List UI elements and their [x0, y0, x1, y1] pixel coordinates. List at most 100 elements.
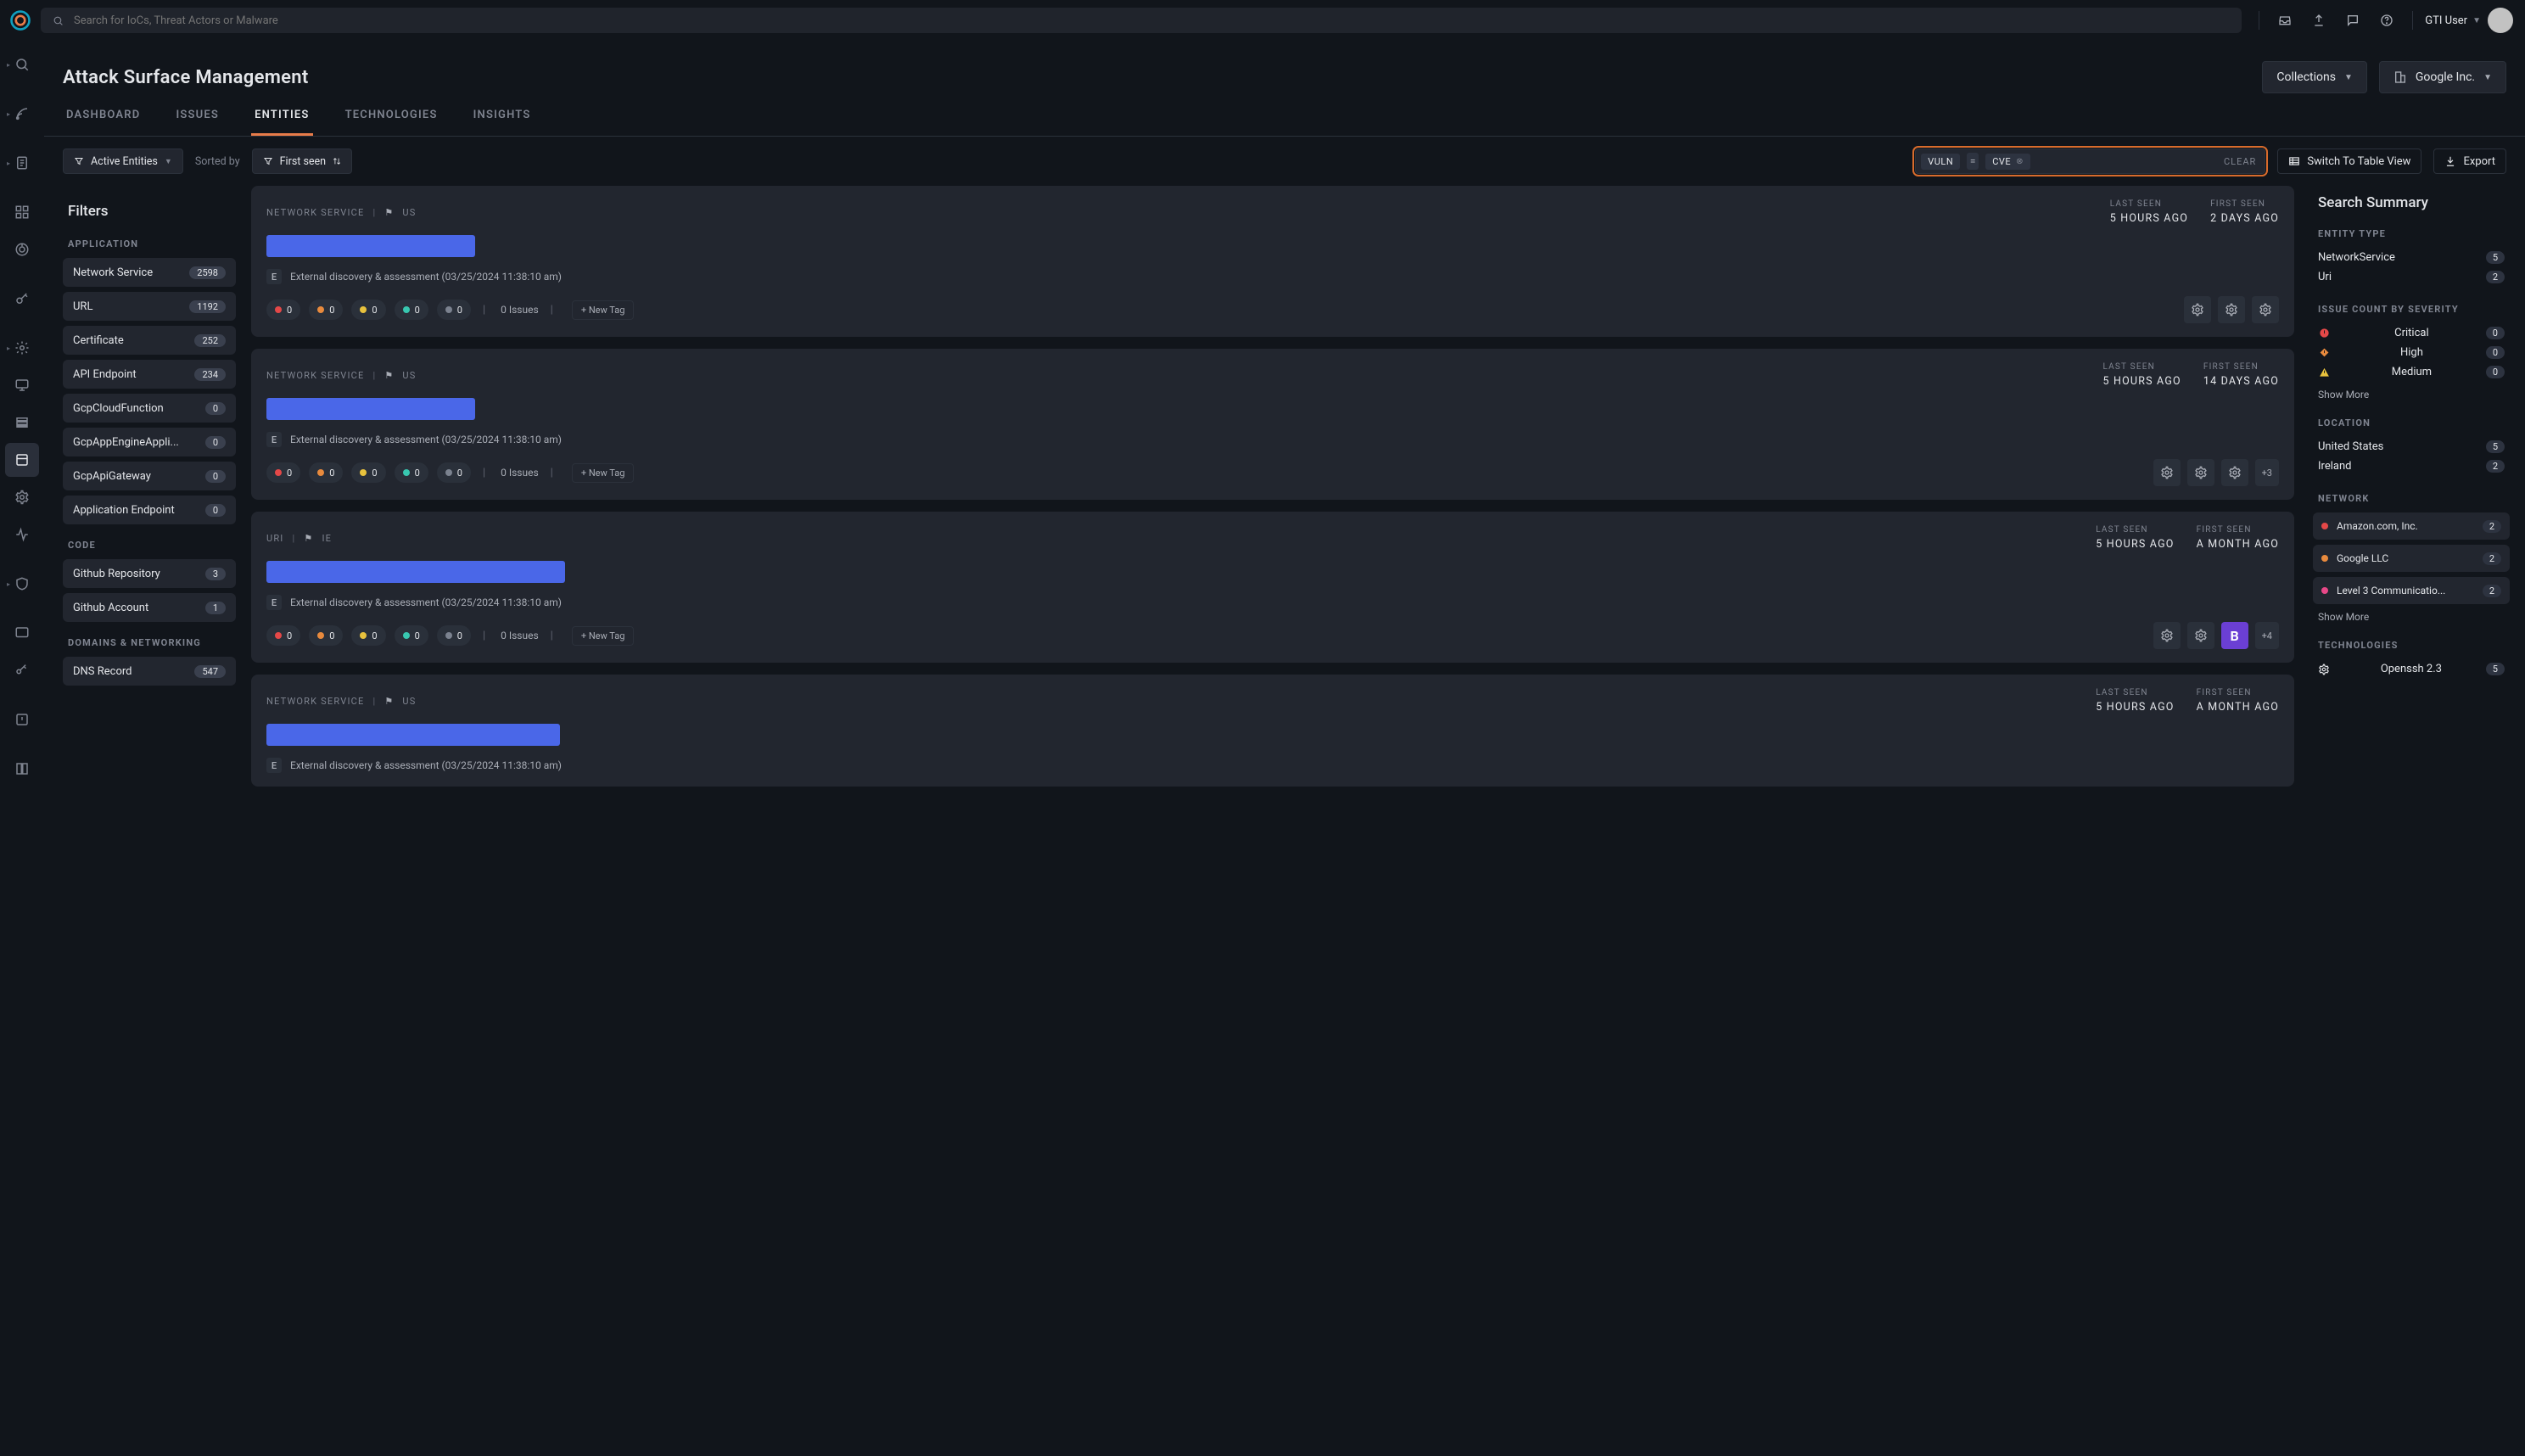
issues-link[interactable]: 0 Issues — [501, 467, 539, 479]
nav-ioc-icon[interactable]: ▸ — [5, 48, 39, 81]
user-menu[interactable]: GTI User ▼ — [2425, 14, 2481, 27]
network-row[interactable]: Amazon.com, Inc.2 — [2313, 512, 2510, 540]
summary-row[interactable]: High0 — [2313, 343, 2510, 362]
switch-view-button[interactable]: Switch To Table View — [2277, 148, 2421, 174]
filter-item[interactable]: API Endpoint234 — [63, 360, 236, 389]
network-row[interactable]: Google LLC2 — [2313, 545, 2510, 572]
tech-icon[interactable] — [2153, 622, 2181, 649]
summary-row[interactable]: Uri2 — [2313, 267, 2510, 287]
new-tag-button[interactable]: + New Tag — [572, 463, 635, 483]
filter-item[interactable]: Application Endpoint0 — [63, 496, 236, 524]
summary-row-label: Medium — [2392, 366, 2432, 378]
app-logo-icon[interactable] — [8, 8, 32, 32]
tech-icon[interactable] — [2187, 459, 2214, 486]
collections-dropdown[interactable]: Collections ▼ — [2262, 61, 2367, 93]
nav-settings-icon[interactable] — [5, 480, 39, 514]
issues-link[interactable]: 0 Issues — [501, 304, 539, 316]
tab-dashboard[interactable]: DASHBOARD — [63, 109, 143, 136]
more-actions-button[interactable]: +3 — [2255, 459, 2279, 486]
show-more-link[interactable]: Show More — [2318, 389, 2505, 400]
avatar[interactable] — [2488, 8, 2513, 33]
result-card[interactable]: URI|⚑IELAST SEEN5 HOURS AGOFIRST SEENA M… — [251, 512, 2294, 663]
active-entities-filter[interactable]: Active Entities ▼ — [63, 148, 183, 174]
discovery-label: External discovery & assessment (03/25/2… — [290, 759, 562, 771]
nav-book-icon[interactable] — [5, 752, 39, 786]
tech-icon[interactable] — [2252, 296, 2279, 323]
filter-item[interactable]: GcpCloudFunction0 — [63, 394, 236, 423]
summary-row[interactable]: NetworkService5 — [2313, 248, 2510, 267]
nav-feed-icon[interactable]: ▸ — [5, 97, 39, 131]
query-value-chip[interactable]: CVE⊗ — [1985, 154, 2030, 170]
filter-item[interactable]: Github Repository3 — [63, 559, 236, 588]
summary-row[interactable]: Openssh 2.35 — [2313, 659, 2510, 679]
nav-reports-icon[interactable]: ▸ — [5, 146, 39, 180]
entity-title-redacted — [266, 724, 560, 746]
filter-item[interactable]: GcpAppEngineAppli...0 — [63, 428, 236, 456]
tech-icon[interactable] — [2187, 622, 2214, 649]
tech-icon[interactable] — [2221, 459, 2248, 486]
filter-item-count: 0 — [205, 470, 226, 483]
nav-warning-icon[interactable] — [5, 703, 39, 736]
filter-item-label: GcpAppEngineAppli... — [73, 436, 179, 449]
filter-item[interactable]: Certificate252 — [63, 326, 236, 355]
tech-icon[interactable] — [2153, 459, 2181, 486]
nav-monitor-icon[interactable] — [5, 368, 39, 402]
summary-row[interactable]: United States5 — [2313, 437, 2510, 456]
filter-item-count: 0 — [205, 402, 226, 415]
filter-item-count: 3 — [205, 568, 226, 580]
network-row[interactable]: Level 3 Communicatio...2 — [2313, 577, 2510, 604]
export-button[interactable]: Export — [2433, 148, 2506, 174]
toolbar: Active Entities ▼ Sorted by First seen V… — [44, 137, 2525, 186]
summary-row[interactable]: Medium0 — [2313, 362, 2510, 382]
filter-item-count: 252 — [194, 334, 226, 347]
filter-item[interactable]: GcpApiGateway0 — [63, 462, 236, 490]
tech-icon-b[interactable]: B — [2221, 622, 2248, 649]
new-tag-button[interactable]: + New Tag — [572, 626, 635, 646]
help-icon[interactable] — [2373, 7, 2400, 34]
result-card[interactable]: NETWORK SERVICE|⚑USLAST SEEN5 HOURS AGOF… — [251, 186, 2294, 337]
query-input[interactable]: VULN = CVE⊗ CLEAR — [1915, 148, 2265, 174]
nav-asm-icon[interactable] — [5, 443, 39, 477]
external-badge-icon: E — [266, 758, 282, 773]
nav-gear-icon[interactable]: ▸ — [5, 331, 39, 365]
tab-entities[interactable]: ENTITIES — [251, 109, 313, 136]
tab-issues[interactable]: ISSUES — [172, 109, 222, 136]
inbox-icon[interactable] — [2271, 7, 2298, 34]
company-dropdown[interactable]: Google Inc. ▼ — [2379, 61, 2506, 93]
nav-keys-icon[interactable] — [5, 653, 39, 687]
nav-widgets-icon[interactable] — [5, 195, 39, 229]
remove-chip-icon[interactable]: ⊗ — [2016, 157, 2024, 166]
nav-key-icon[interactable] — [5, 282, 39, 316]
result-card[interactable]: NETWORK SERVICE|⚑USLAST SEEN5 HOURS AGOF… — [251, 349, 2294, 500]
tab-technologies[interactable]: TECHNOLOGIES — [342, 109, 441, 136]
filter-item[interactable]: DNS Record547 — [63, 657, 236, 686]
summary-row[interactable]: Critical0 — [2313, 323, 2510, 343]
tech-icon[interactable] — [2184, 296, 2211, 323]
show-more-link[interactable]: Show More — [2318, 611, 2505, 623]
comment-icon[interactable] — [2339, 7, 2366, 34]
query-key-chip[interactable]: VULN — [1921, 154, 1960, 170]
summary-row[interactable]: Ireland2 — [2313, 456, 2510, 476]
filter-item[interactable]: Network Service2598 — [63, 258, 236, 287]
nav-screen-icon[interactable] — [5, 616, 39, 650]
global-search-input[interactable] — [72, 14, 2230, 28]
nav-shield-icon[interactable]: ▸ — [5, 567, 39, 601]
severity-dot: 0 — [309, 462, 343, 483]
global-search[interactable] — [41, 8, 2242, 33]
new-tag-button[interactable]: + New Tag — [572, 300, 635, 320]
result-card[interactable]: NETWORK SERVICE|⚑USLAST SEEN5 HOURS AGOF… — [251, 675, 2294, 787]
gear-icon — [2318, 664, 2330, 675]
filter-item[interactable]: Github Account1 — [63, 593, 236, 622]
issues-link[interactable]: 0 Issues — [501, 630, 539, 641]
tab-insights[interactable]: INSIGHTS — [470, 109, 535, 136]
nav-pulse-icon[interactable] — [5, 518, 39, 552]
tech-icon[interactable] — [2218, 296, 2245, 323]
sort-field-button[interactable]: First seen — [252, 148, 352, 174]
more-actions-button[interactable]: +4 — [2255, 622, 2279, 649]
upload-icon[interactable] — [2305, 7, 2332, 34]
clear-button[interactable]: CLEAR — [2037, 156, 2256, 167]
summary-title: Search Summary — [2318, 194, 2505, 211]
nav-radar-icon[interactable] — [5, 232, 39, 266]
filter-item[interactable]: URL1192 — [63, 292, 236, 321]
nav-list-icon[interactable] — [5, 406, 39, 440]
